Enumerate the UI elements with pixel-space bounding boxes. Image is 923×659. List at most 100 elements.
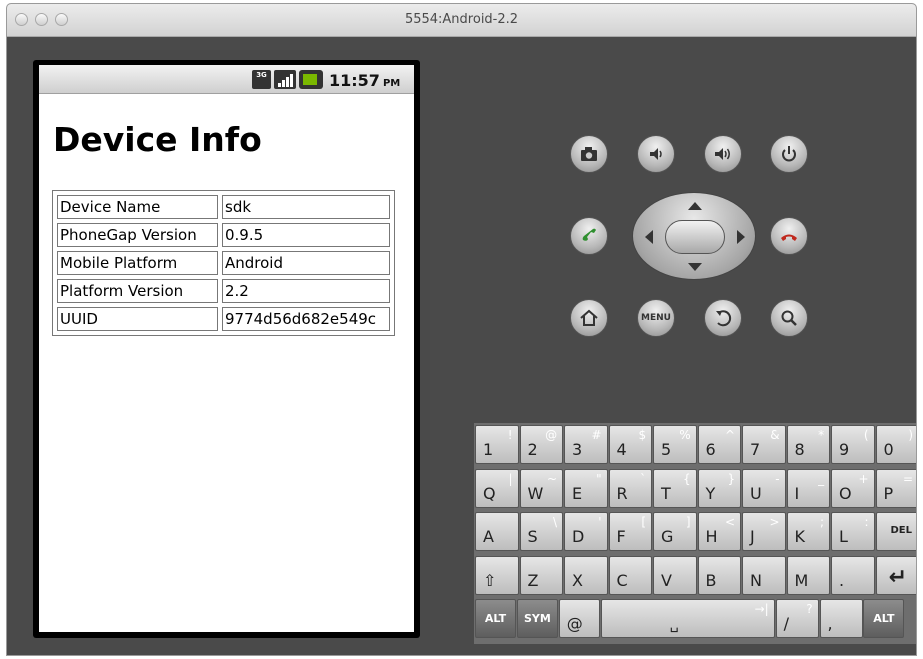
camera-button[interactable] xyxy=(570,135,608,173)
key-label: 2 xyxy=(527,440,538,459)
key-g[interactable]: G] xyxy=(653,512,697,551)
search-button[interactable] xyxy=(770,299,808,337)
key-x[interactable]: X xyxy=(564,555,608,595)
key-enter[interactable]: ↵ xyxy=(875,555,916,595)
window-title: 5554:Android-2.2 xyxy=(404,12,519,27)
key-label: A xyxy=(483,527,494,546)
key-label: E xyxy=(572,483,583,503)
volume-up-button[interactable] xyxy=(704,135,742,173)
key-alt-label: ? xyxy=(806,602,813,616)
end-call-button[interactable] xyxy=(770,217,808,255)
volume-down-button[interactable] xyxy=(637,135,675,173)
key-y[interactable]: Y} xyxy=(697,468,742,508)
key-alt-label: * xyxy=(818,428,825,442)
key-j[interactable]: J > xyxy=(742,512,786,551)
info-value-cell: 9774d56d682e549c xyxy=(222,307,390,331)
back-icon xyxy=(716,310,732,327)
key-alt-label: →| xyxy=(754,602,769,616)
key-alt-label: } xyxy=(727,471,736,486)
key-o[interactable]: O + xyxy=(831,468,875,508)
key-slash[interactable]: /? xyxy=(775,599,819,638)
key-label: F xyxy=(616,527,626,546)
key-5[interactable]: 5% xyxy=(653,425,697,464)
key-label: H xyxy=(705,527,718,546)
key-u[interactable]: U- xyxy=(742,468,786,508)
key-alt-label: ] xyxy=(685,515,691,529)
key-label: SYM xyxy=(523,612,551,625)
key-at[interactable]: @ xyxy=(558,599,600,638)
key-7[interactable]: 7 & xyxy=(742,425,786,464)
page-title: Device Info xyxy=(53,120,262,159)
key-2[interactable]: 2 @ xyxy=(519,425,564,464)
dpad[interactable] xyxy=(632,192,756,280)
key-d[interactable]: D ' xyxy=(564,512,608,551)
dpad-center-button[interactable] xyxy=(665,220,725,254)
key-shift[interactable]: ⇧ xyxy=(475,555,519,595)
key-alt-left[interactable]: ALT xyxy=(475,599,516,638)
key-r[interactable]: R ` xyxy=(608,468,653,508)
dpad-left-icon[interactable] xyxy=(645,230,653,244)
key-label: 6 xyxy=(705,440,716,459)
key-9[interactable]: 9( xyxy=(831,425,875,464)
phone-bezel: 3G 11:57 PM Device Info Device Name sdk P… xyxy=(33,60,420,638)
key-alt-label: ; xyxy=(820,515,825,529)
key-alt-label: _ xyxy=(818,471,825,486)
key-v[interactable]: V xyxy=(653,555,697,595)
key-alt-label: + xyxy=(858,471,869,486)
key-h[interactable]: H < xyxy=(697,512,742,551)
key-sym[interactable]: SYM xyxy=(516,599,558,638)
key-label: ALT xyxy=(484,612,507,625)
back-button[interactable] xyxy=(704,299,742,337)
dpad-down-icon[interactable] xyxy=(688,263,702,271)
home-button[interactable] xyxy=(570,299,608,337)
key-w[interactable]: W ~ xyxy=(519,468,564,508)
table-row: PhoneGap Version 0.9.5 xyxy=(55,221,392,249)
key-i[interactable]: I _ xyxy=(786,468,831,508)
network-3g-icon: 3G xyxy=(252,70,271,89)
key-6[interactable]: 6 ^ xyxy=(697,425,742,464)
key-p[interactable]: P = xyxy=(875,468,916,508)
key-e[interactable]: E " xyxy=(564,468,608,508)
key-alt-label: ! xyxy=(507,428,513,442)
key-z[interactable]: Z xyxy=(519,555,564,595)
menu-button[interactable]: MENU xyxy=(637,299,675,337)
dpad-up-icon[interactable] xyxy=(688,202,702,210)
power-button[interactable] xyxy=(770,135,808,173)
key-3[interactable]: 3 # xyxy=(564,425,608,464)
key-space[interactable]: ␣ →| xyxy=(600,599,775,638)
key-label: 1 xyxy=(483,440,494,459)
key-del[interactable]: DEL xyxy=(875,512,916,551)
key-comma[interactable]: , xyxy=(819,599,863,638)
key-alt-right[interactable]: ALT xyxy=(863,599,905,638)
key-4[interactable]: 4 $ xyxy=(608,425,653,464)
key-label: B xyxy=(705,570,717,590)
key-f[interactable]: F[ xyxy=(608,512,653,551)
key-8[interactable]: 8 * xyxy=(786,425,831,464)
key-c[interactable]: C xyxy=(608,555,653,595)
key-label: G xyxy=(661,527,674,546)
key-l[interactable]: L: xyxy=(831,512,875,551)
key-m[interactable]: M xyxy=(786,555,831,595)
key-.[interactable]: . xyxy=(831,555,875,595)
key-q[interactable]: Q | xyxy=(475,468,519,508)
key-label: Z xyxy=(527,570,539,590)
device-screen[interactable]: 3G 11:57 PM Device Info Device Name sdk P… xyxy=(39,65,414,632)
key-alt-label: > xyxy=(769,515,780,529)
key-t[interactable]: T{ xyxy=(653,468,697,508)
key-alt-label: % xyxy=(679,428,691,442)
info-value-cell: 0.9.5 xyxy=(222,223,390,247)
key-b[interactable]: B xyxy=(697,555,742,595)
key-label: M xyxy=(794,570,809,590)
key-label: 4 xyxy=(616,440,627,459)
key-0[interactable]: 0) xyxy=(875,425,916,464)
key-alt-label: \ xyxy=(553,515,558,529)
key-a[interactable]: A xyxy=(475,512,519,551)
key-s[interactable]: S \ xyxy=(519,512,564,551)
key-k[interactable]: K; xyxy=(786,512,831,551)
status-bar: 3G 11:57 PM xyxy=(39,65,414,94)
key-n[interactable]: N xyxy=(742,555,786,595)
call-button[interactable] xyxy=(570,217,608,255)
table-row: Device Name sdk xyxy=(55,193,392,221)
dpad-right-icon[interactable] xyxy=(737,230,745,244)
key-1[interactable]: 1! xyxy=(475,425,519,464)
